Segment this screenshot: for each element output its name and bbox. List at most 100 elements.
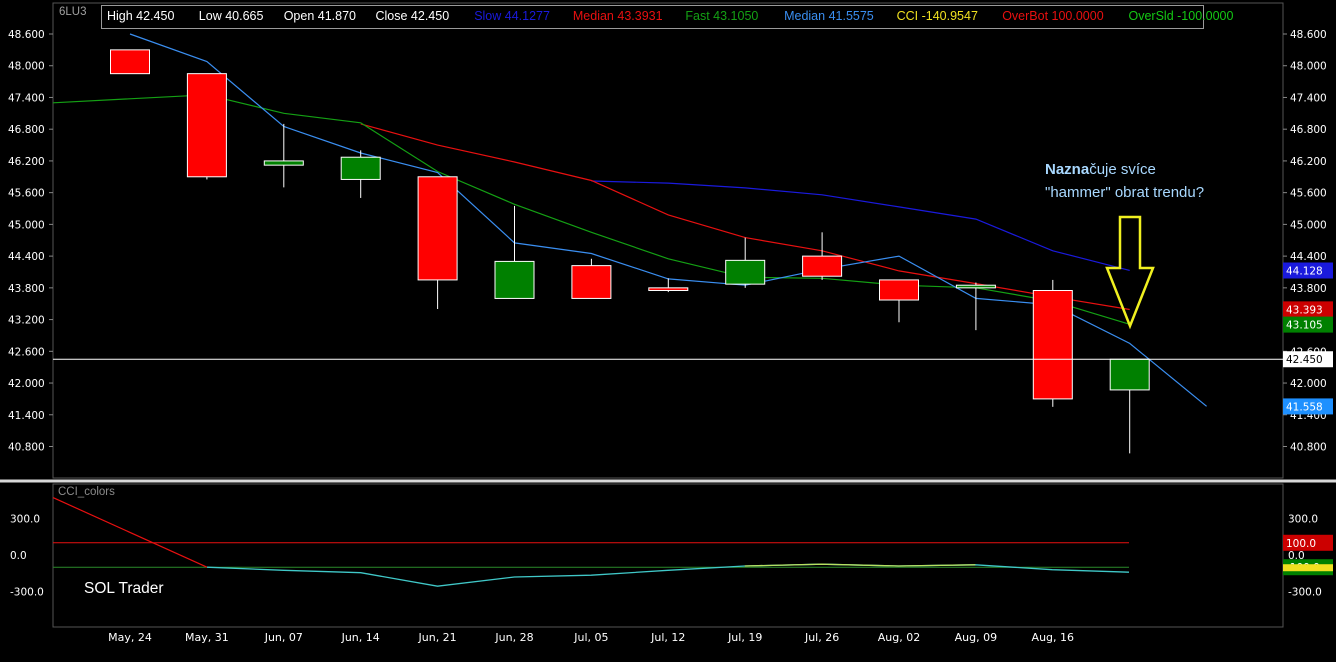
- header-item-high: High 42.450: [107, 9, 175, 23]
- cci-tick-label-left: -300.0: [10, 587, 44, 599]
- header-item-slow: Slow 44.1277: [474, 9, 550, 23]
- price-tick-label-left: 47.400: [8, 92, 45, 104]
- price-tick-label-left: 43.200: [8, 315, 45, 327]
- price-tag: 44.128: [1283, 262, 1333, 279]
- price-tag-text: 44.128: [1286, 266, 1323, 278]
- price-tick-label-right: 44.400: [1290, 251, 1327, 263]
- candle-body: [725, 259, 766, 285]
- cci-line-red: [52, 497, 208, 568]
- date-tick-label: Jun, 14: [341, 631, 380, 644]
- cci-tick-label-left: 0.0: [10, 550, 27, 562]
- annotation-arrow-icon: [1105, 215, 1155, 330]
- candle-body: [110, 49, 150, 75]
- header-item-overbot: OverBot 100.0000: [1002, 9, 1104, 23]
- chart-window: 48.600 48.600 48.000 48.000 47.400 47.400 46.8…: [0, 0, 1336, 662]
- candle-body: [263, 160, 304, 166]
- header-item-low: Low 40.665: [198, 9, 264, 23]
- candle-body: [1109, 358, 1150, 391]
- price-chart[interactable]: 48.600 48.600 48.000 48.000 47.400 47.400 46.8…: [0, 0, 1336, 662]
- date-tick-label: Jun, 21: [418, 631, 457, 644]
- cci-tick-label-left: 300.0: [10, 513, 40, 525]
- symbol-label: 6LU3: [59, 6, 87, 18]
- price-tick-label-left: 48.600: [8, 29, 45, 41]
- price-tick-label-left: 40.800: [8, 442, 45, 454]
- header-item-open: Open 41.870: [283, 9, 356, 23]
- date-tick-label: Jul, 26: [804, 631, 839, 644]
- candle: [571, 258, 612, 299]
- price-tag: 43.393: [1283, 301, 1333, 318]
- watermark-text: SOL Trader: [84, 580, 164, 597]
- date-tick-label: Aug, 09: [955, 631, 997, 644]
- header-item-median: Median 41.5575: [784, 9, 874, 23]
- annotation-rest: čuje svíce: [1089, 161, 1156, 178]
- candle-body: [1032, 289, 1073, 400]
- price-tick-label-right: 45.600: [1290, 188, 1327, 200]
- header-item-cci: CCI -140.9547: [896, 9, 978, 23]
- price-tick-label-left: 46.800: [8, 124, 45, 136]
- price-tick-label-right: 46.200: [1290, 156, 1327, 168]
- cci-line-highlight: [744, 563, 976, 567]
- price-tick-label-left: 43.800: [8, 283, 45, 295]
- price-tag: 42.450: [1283, 351, 1333, 368]
- candle: [340, 150, 381, 198]
- price-tick-label-left: 42.600: [8, 346, 45, 358]
- cci-tag: 100.0: [1283, 534, 1333, 551]
- candle: [417, 176, 458, 309]
- price-panel-frame: [52, 2, 1284, 479]
- date-tick-label: Jul, 05: [573, 631, 608, 644]
- price-tick-label-left: 46.200: [8, 156, 45, 168]
- header-item-median: Median 43.3931: [572, 9, 663, 23]
- candle: [494, 205, 535, 299]
- cci-panel-frame: [52, 483, 1284, 628]
- candle-body: [648, 287, 689, 291]
- date-tick-label: May, 24: [108, 631, 152, 644]
- candle-body: [494, 260, 535, 299]
- candle: [1109, 358, 1150, 454]
- annotation-bold: Nazna: [1045, 161, 1090, 178]
- price-tick-label-left: 42.000: [8, 378, 45, 390]
- candle-body: [340, 156, 381, 180]
- date-tick-label: Aug, 16: [1032, 631, 1074, 644]
- price-tick-label-left: 45.000: [8, 219, 45, 231]
- price-tag-text: 43.393: [1286, 304, 1323, 316]
- cci-tag-bg: [1283, 564, 1333, 572]
- price-tick-label-right: 43.800: [1290, 283, 1327, 295]
- date-tick-label: Jun, 07: [264, 631, 303, 644]
- price-tag-text: 42.450: [1286, 354, 1323, 366]
- price-tag: 41.558: [1283, 398, 1333, 415]
- price-tick-label-left: 41.400: [8, 410, 45, 422]
- price-tick-label-right: 46.800: [1290, 124, 1327, 136]
- candle-body: [571, 265, 612, 299]
- header-item-fast: Fast 43.1050: [685, 9, 759, 23]
- candle-body: [879, 279, 919, 301]
- date-tick-label: Jun, 28: [494, 631, 533, 644]
- date-tick-label: Jul, 19: [727, 631, 762, 644]
- price-tick-label-left: 48.000: [8, 61, 45, 73]
- price-tick-label-right: 48.600: [1290, 29, 1327, 41]
- date-tick-label: Jul, 12: [650, 631, 685, 644]
- candle-body: [417, 176, 458, 281]
- date-tick-label: Aug, 02: [878, 631, 920, 644]
- price-tag: 43.105: [1283, 316, 1333, 333]
- annotation-line2: "hammer" obrat trendu?: [1045, 184, 1205, 201]
- price-tick-label-right: 48.000: [1290, 61, 1327, 73]
- candle: [186, 73, 227, 180]
- candle: [725, 237, 766, 288]
- candle: [110, 49, 150, 75]
- price-tick-label-left: 44.400: [8, 251, 45, 263]
- candle-body: [955, 284, 996, 289]
- cci-panel-title: CCI_colors: [58, 486, 115, 498]
- price-tick-label-right: 47.400: [1290, 92, 1327, 104]
- price-tick-label-right: 45.000: [1290, 219, 1327, 231]
- header-item-oversld: OverSld -100.0000: [1128, 9, 1234, 23]
- candle: [263, 123, 304, 188]
- header-item-close: Close 42.450: [375, 9, 450, 23]
- cci-tag: [1283, 564, 1333, 572]
- candle-body: [186, 73, 227, 178]
- price-tick-label-left: 45.600: [8, 188, 45, 200]
- cci-tick-label-right: 300.0: [1288, 513, 1318, 525]
- candle: [1032, 279, 1073, 407]
- annotation-text: Naznačuje svíce "hammer" obrat trendu?: [1045, 158, 1204, 204]
- date-tick-label: May, 31: [185, 631, 229, 644]
- price-tag-text: 41.558: [1286, 401, 1323, 413]
